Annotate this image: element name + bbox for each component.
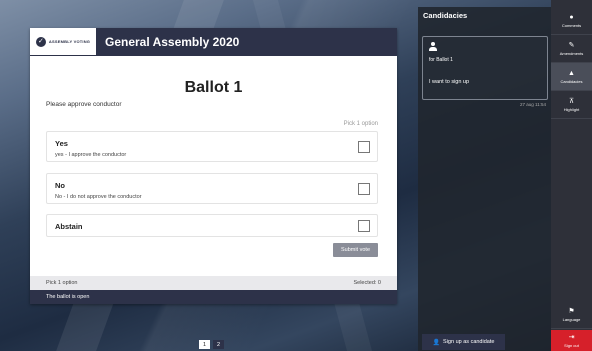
user-icon: ▲ — [568, 69, 575, 77]
option-yes[interactable]: Yes yes - I approve the conductor — [46, 131, 378, 162]
card-header: ✓ Assembly Voting General Assembly 2020 — [30, 28, 397, 56]
sidebar-item-highlight[interactable]: ⊼ Highlight — [551, 91, 592, 119]
ballot-card: ✓ Assembly Voting General Assembly 2020 … — [30, 28, 397, 304]
card-footer: Pick 1 option Selected: 0 — [30, 276, 397, 290]
sign-up-label: Sign up as candidate — [443, 339, 495, 345]
option-description: No - I do not approve the conductor — [55, 194, 142, 200]
sidebar-item-amendments[interactable]: ✎ Amendments — [551, 35, 592, 63]
candidacy-ballot: for Ballot 1 — [429, 57, 453, 63]
candidacy-item[interactable]: for Ballot 1 I want to sign up — [422, 36, 548, 100]
ballot-status: The ballot is open — [30, 290, 397, 304]
candidacy-timestamp: 27 aug 11:54 — [520, 102, 546, 107]
selected-count: Selected: 0 — [353, 280, 381, 286]
option-title: Yes — [55, 139, 68, 148]
option-no[interactable]: No No - I do not approve the conductor — [46, 173, 378, 204]
right-sidebar: ● Comments ✎ Amendments ▲ Candidacies ⊼ … — [551, 0, 592, 351]
option-checkbox[interactable] — [358, 183, 370, 195]
option-checkbox[interactable] — [358, 220, 370, 232]
option-title: No — [55, 181, 65, 190]
sidebar-item-candidacies[interactable]: ▲ Candidacies — [551, 63, 592, 91]
option-title: Abstain — [55, 222, 83, 231]
logo-text: Assembly Voting — [48, 39, 91, 44]
ballot-description: Please approve conductor — [46, 101, 122, 108]
pagination: 1 2 — [199, 340, 224, 349]
page-2-button[interactable]: 2 — [213, 340, 224, 349]
sidebar-item-label: Highlight — [563, 106, 580, 112]
ballot-title: Ballot 1 — [184, 79, 243, 96]
pick-option-label: Pick 1 option — [343, 121, 378, 127]
option-description: yes - I approve the conductor — [55, 152, 127, 158]
option-abstain[interactable]: Abstain — [46, 214, 378, 237]
sidebar-item-label: Language — [562, 316, 581, 322]
sidebar-item-label: Sign out — [564, 342, 579, 348]
sidebar-item-label: Comments — [561, 22, 582, 28]
app-title: General Assembly 2020 — [105, 35, 240, 49]
user-icon — [429, 42, 437, 51]
page-1-button[interactable]: 1 — [199, 340, 210, 349]
candidacy-message: I want to sign up — [429, 79, 470, 85]
panel-title: Candidacies — [423, 11, 468, 20]
sign-out-icon: ⇥ — [568, 333, 575, 341]
comment-icon: ● — [569, 13, 574, 21]
sidebar-item-label: Amendments — [559, 50, 584, 56]
flag-icon: ⚑ — [568, 307, 575, 315]
footer-pick-label: Pick 1 option — [46, 280, 78, 286]
candidacies-panel: Candidacies for Ballot 1 I want to sign … — [418, 7, 551, 351]
sidebar-item-language[interactable]: ⚑ Language — [551, 301, 592, 329]
sidebar-item-label: Candidacies — [560, 78, 583, 84]
sidebar-item-comments[interactable]: ● Comments — [551, 7, 592, 35]
add-user-icon: 👤 — [432, 339, 441, 346]
submit-vote-button[interactable]: Submit vote — [333, 243, 378, 257]
sign-out-button[interactable]: ⇥ Sign out — [551, 330, 592, 351]
sign-up-candidate-button[interactable]: 👤 Sign up as candidate — [422, 334, 505, 350]
logo-check-icon: ✓ — [35, 36, 46, 47]
amendment-icon: ✎ — [568, 41, 575, 49]
pin-icon: ⊼ — [568, 97, 575, 105]
option-checkbox[interactable] — [358, 141, 370, 153]
logo: ✓ Assembly Voting — [30, 28, 96, 56]
